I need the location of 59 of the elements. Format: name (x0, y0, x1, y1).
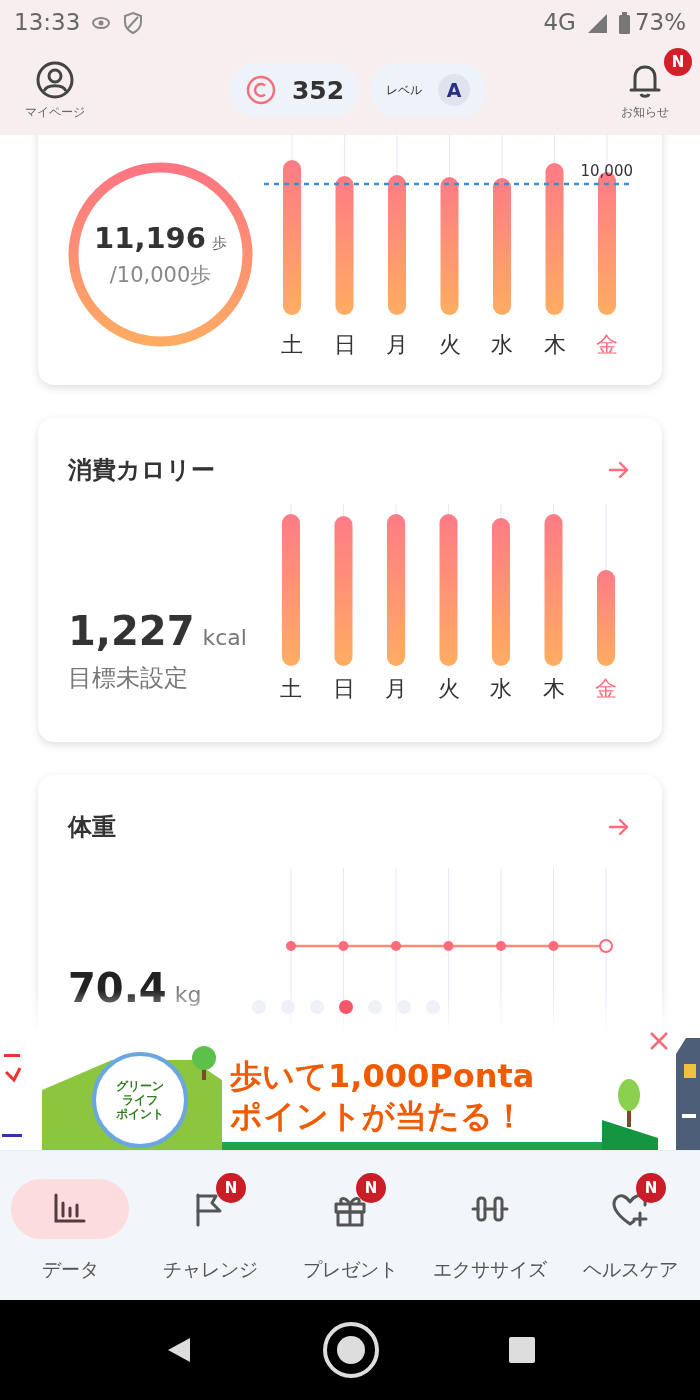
new-badge: N (216, 1173, 246, 1203)
weight-value: 70.4 (68, 965, 167, 1011)
day-label: 火 (438, 331, 461, 359)
day-label: 月 (385, 675, 407, 703)
day-label: 金 (595, 675, 617, 703)
new-badge: N (636, 1173, 666, 1203)
coin-icon (245, 75, 276, 105)
level-badge: A (438, 74, 471, 106)
battery-icon (617, 10, 631, 35)
day-label: 日 (332, 675, 355, 703)
points-value: 352 (291, 75, 345, 105)
steps-value: 11,196 (94, 220, 206, 255)
clock: 13:33 (14, 11, 81, 34)
promo-banner[interactable]: グリーン ライフ ポイント 歩いて1,000Ponta ポイントが当たる！ (42, 1040, 658, 1150)
network-type: 4G (543, 11, 576, 34)
arrow-right-icon[interactable] (608, 460, 630, 480)
steps-unit: 歩 (211, 233, 227, 253)
logo-text: グリーン (116, 1079, 164, 1093)
calorie-unit: kcal (202, 625, 247, 650)
close-icon[interactable] (648, 1030, 670, 1052)
day-label: 火 (437, 675, 460, 703)
day-label: 日 (333, 331, 356, 359)
nav-tab[interactable]: N チャレンジ (140, 1167, 280, 1283)
new-badge: N (356, 1173, 386, 1203)
day-label: 月 (386, 331, 408, 359)
level-label: レベル (386, 81, 423, 99)
nav-tab[interactable]: エクササイズ (420, 1167, 560, 1283)
logo-text: ライフ (122, 1093, 158, 1107)
shield-icon (122, 10, 145, 35)
level-pill[interactable]: レベル A (370, 63, 487, 117)
points-pill[interactable]: 352 (229, 63, 361, 117)
card-title: 体重 (68, 812, 116, 843)
banner-subline: ポイントが当たる！ (230, 1096, 526, 1136)
calorie-goal: 目標未設定 (68, 663, 189, 694)
day-label: 水 (491, 331, 513, 359)
day-label: 水 (490, 675, 512, 703)
mypage-label[interactable]: マイページ (25, 103, 85, 121)
nav-tab[interactable]: N プレゼント (280, 1167, 420, 1283)
logo-text: ポイント (116, 1107, 164, 1121)
new-badge: N (664, 47, 692, 76)
day-label: 木 (542, 675, 565, 703)
arrow-right-icon[interactable] (608, 817, 630, 837)
weight-unit: kg (174, 982, 202, 1007)
day-label: 土 (280, 675, 302, 703)
day-label: 金 (596, 331, 618, 359)
steps-goal: /10,000歩 (109, 261, 212, 289)
card-title: 消費カロリー (68, 455, 215, 486)
day-label: 木 (543, 331, 566, 359)
home-icon[interactable] (322, 1321, 380, 1379)
nav-tab[interactable]: N ヘルスケア (560, 1167, 700, 1283)
recents-icon[interactable] (508, 1336, 536, 1364)
notice-label[interactable]: お知らせ (621, 103, 669, 121)
profile-icon[interactable] (35, 59, 75, 100)
nav-tab[interactable]: データ (0, 1167, 140, 1283)
goal-line-label: 10,000 (580, 162, 633, 180)
day-label: 土 (281, 331, 303, 359)
calorie-value: 1,227 (68, 608, 195, 654)
battery-level: 73% (634, 11, 686, 34)
banner-headline: 歩いて1,000Ponta (230, 1056, 535, 1096)
